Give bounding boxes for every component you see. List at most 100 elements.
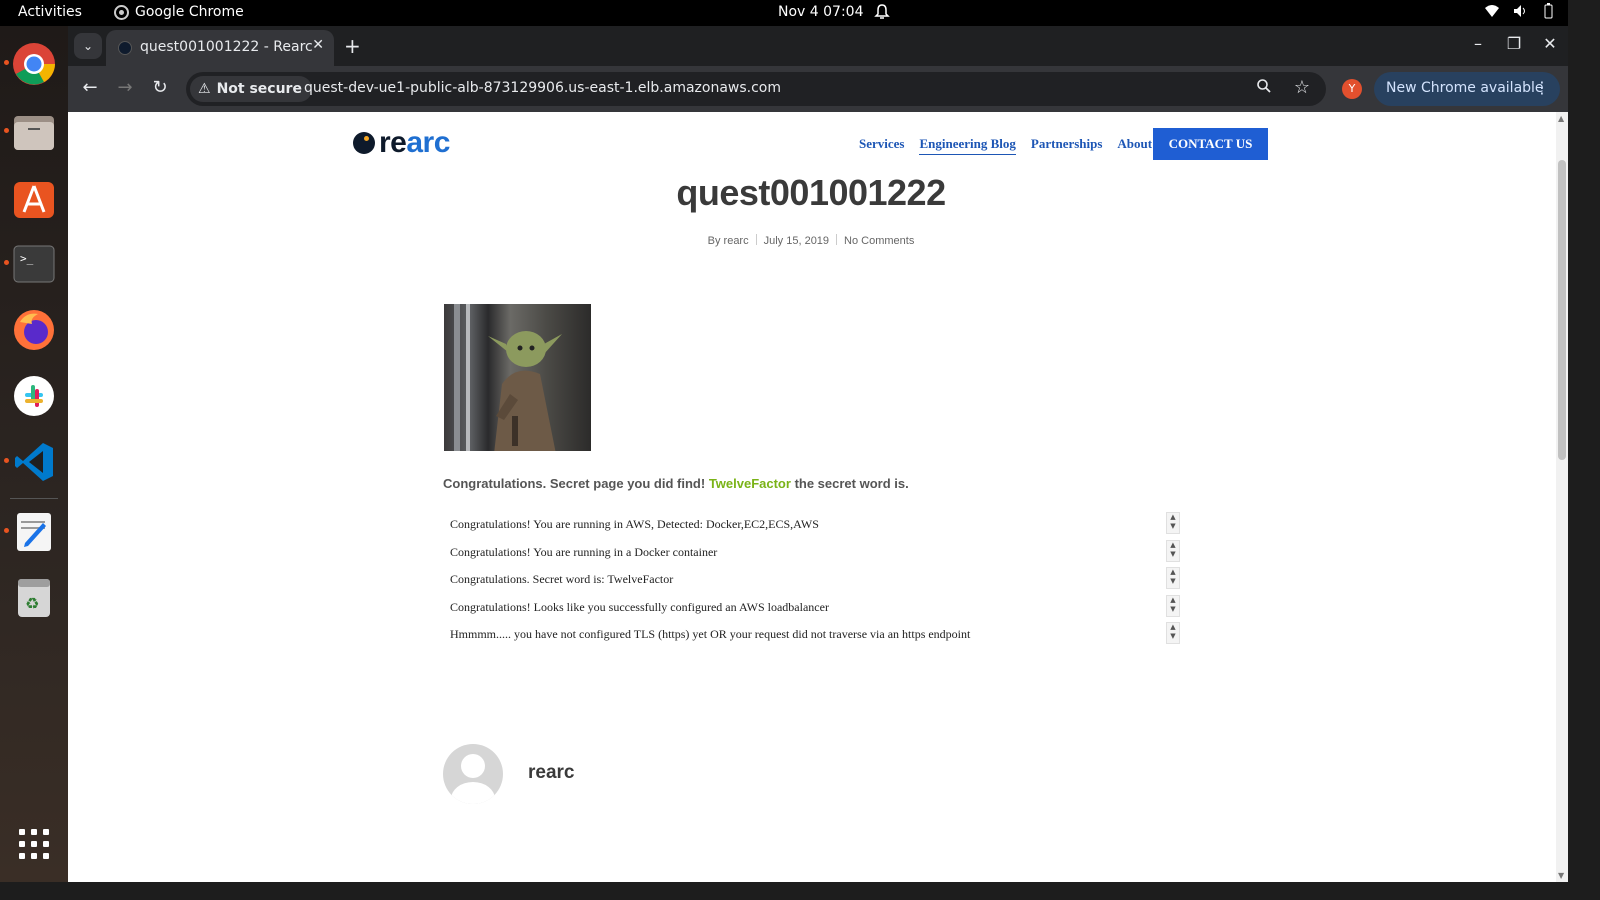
chrome-window: ⌄ quest001001222 - Rearc ✕ + – ❐ ✕ ← → ↻… [68, 26, 1568, 882]
dock-vscode[interactable] [4, 438, 58, 486]
address-bar[interactable]: ⚠ Not secure quest-dev-ue1-public-alb-87… [186, 72, 1326, 106]
message-row: Hmmmm..... you have not configured TLS (… [444, 620, 1180, 648]
avatar-body [451, 782, 495, 804]
warning-triangle-icon: ⚠ [198, 81, 211, 97]
search-zoom-icon[interactable] [1256, 78, 1276, 98]
dock-terminal[interactable]: >_ [4, 240, 58, 288]
clock[interactable]: Nov 4 07:04 [778, 4, 863, 20]
nav-engineering-blog[interactable]: Engineering Blog [919, 136, 1016, 155]
security-label: Not secure [216, 81, 302, 97]
app-name: Google Chrome [135, 4, 244, 20]
minimize-icon[interactable]: – [1470, 34, 1486, 53]
author-name[interactable]: rearc [528, 762, 575, 784]
rearc-favicon-icon [118, 41, 132, 55]
bookmark-star-icon[interactable]: ☆ [1294, 77, 1310, 98]
files-icon [14, 116, 54, 150]
active-tab[interactable]: quest001001222 - Rearc ✕ [106, 30, 334, 66]
dock-slack[interactable] [10, 372, 58, 420]
author-avatar[interactable] [443, 744, 503, 804]
page-viewport: rearc Services Engineering Blog Partners… [68, 112, 1568, 882]
page-scrollbar[interactable]: ▲ ▼ [1556, 112, 1568, 882]
update-label: New Chrome available [1386, 80, 1544, 96]
system-tray[interactable] [1484, 3, 1556, 21]
logo-suffix: arc [406, 126, 450, 159]
message-row: Congratulations! You are running in a Do… [444, 538, 1180, 566]
logo-wordmark: rearc [379, 126, 450, 160]
top-bar: Activities Google Chrome Nov 4 07:04 [0, 0, 1568, 26]
dock-text-editor[interactable] [4, 508, 58, 556]
dock-trash[interactable]: ♻ [10, 574, 58, 622]
message-text: Congratulations. Secret word is: TwelveF… [450, 572, 674, 586]
security-chip[interactable]: ⚠ Not secure [190, 76, 312, 102]
chrome-small-icon [114, 4, 129, 20]
activities-button[interactable]: Activities [18, 4, 82, 20]
window-close-icon[interactable]: ✕ [1542, 34, 1558, 53]
message-text: Congratulations! Looks like you successf… [450, 599, 829, 614]
meta-divider [836, 234, 838, 245]
bell-icon[interactable] [874, 3, 890, 21]
reload-icon[interactable]: ↻ [148, 77, 172, 101]
spinner-arrows-icon[interactable]: ▲ ▼ [1166, 512, 1180, 534]
site-nav: Services Engineering Blog Partnerships A… [859, 136, 1152, 155]
status-messages: Congratulations! You are running in AWS,… [444, 510, 1180, 648]
message-row: Congratulations! You are running in AWS,… [444, 510, 1180, 538]
spinner-arrows-icon[interactable]: ▲ ▼ [1166, 567, 1180, 589]
meta-comments[interactable]: No Comments [844, 235, 914, 247]
forward-arrow-icon[interactable]: → [113, 77, 137, 101]
wifi-icon [1484, 3, 1500, 21]
dock-chrome[interactable] [4, 40, 58, 88]
spinner-arrows-icon[interactable]: ▲ ▼ [1166, 594, 1180, 617]
tab-search-button[interactable]: ⌄ [74, 33, 102, 59]
running-indicator [4, 260, 9, 265]
post-meta: By rearc July 15, 2019 No Comments [68, 234, 1554, 247]
firefox-icon [14, 310, 54, 350]
trash-icon: ♻ [18, 579, 50, 617]
maximize-icon[interactable]: ❐ [1506, 34, 1522, 53]
browser-toolbar: ← → ↻ ⚠ Not secure quest-dev-ue1-public-… [68, 66, 1568, 112]
running-indicator [4, 128, 9, 133]
congrats-after: the secret word is. [794, 476, 909, 491]
chrome-icon [13, 43, 55, 85]
chevron-down-icon: ⌄ [82, 39, 94, 53]
url-text[interactable]: quest-dev-ue1-public-alb-873129906.us-ea… [304, 80, 781, 96]
scroll-down-icon[interactable]: ▼ [1558, 871, 1564, 880]
contact-us-button[interactable]: CONTACT US [1153, 128, 1268, 160]
dock-app-center[interactable] [10, 174, 58, 222]
nav-partnerships[interactable]: Partnerships [1031, 136, 1103, 155]
nav-about[interactable]: About [1117, 136, 1152, 155]
tab-strip: ⌄ quest001001222 - Rearc ✕ + – ❐ ✕ [68, 26, 1568, 66]
slack-icon [14, 376, 54, 416]
message-text: Congratulations! You are running in AWS,… [450, 517, 819, 531]
app-grid-icon [19, 829, 49, 859]
secret-word-link[interactable]: TwelveFactor [709, 476, 791, 491]
terminal-icon: >_ [13, 245, 55, 283]
close-icon[interactable]: ✕ [312, 37, 324, 53]
running-indicator [4, 458, 9, 463]
scrollbar-thumb[interactable] [1558, 160, 1566, 460]
profile-avatar[interactable]: Y [1342, 79, 1362, 99]
rearc-logo-mark-icon [353, 132, 375, 154]
tab-title: quest001001222 - Rearc [140, 39, 313, 55]
meta-divider [755, 234, 757, 245]
app-menu[interactable]: Google Chrome [114, 4, 244, 20]
rearc-logo[interactable]: rearc [353, 126, 450, 160]
new-tab-button[interactable]: + [344, 34, 361, 58]
logo-prefix: re [379, 126, 407, 159]
spinner-arrows-icon[interactable]: ▲ ▼ [1166, 539, 1180, 562]
vscode-icon [15, 443, 53, 481]
window-controls: – ❐ ✕ [1470, 34, 1558, 53]
kebab-menu-icon[interactable]: ⋮ [1534, 78, 1550, 97]
running-indicator [4, 60, 9, 65]
dock-app-grid[interactable] [10, 820, 58, 868]
nav-services[interactable]: Services [859, 136, 904, 155]
update-chrome-button[interactable]: New Chrome available ⋮ [1374, 72, 1560, 106]
scroll-up-icon[interactable]: ▲ [1558, 114, 1564, 123]
dock-firefox[interactable] [10, 306, 58, 354]
dock-files[interactable] [4, 108, 58, 156]
svg-text:♻: ♻ [25, 594, 39, 613]
meta-author[interactable]: By rearc [708, 235, 749, 247]
meta-date[interactable]: July 15, 2019 [764, 235, 829, 247]
spinner-arrows-icon[interactable]: ▲ ▼ [1166, 622, 1180, 644]
message-text: Congratulations! You are running in a Do… [450, 544, 718, 559]
back-arrow-icon[interactable]: ← [78, 77, 102, 101]
